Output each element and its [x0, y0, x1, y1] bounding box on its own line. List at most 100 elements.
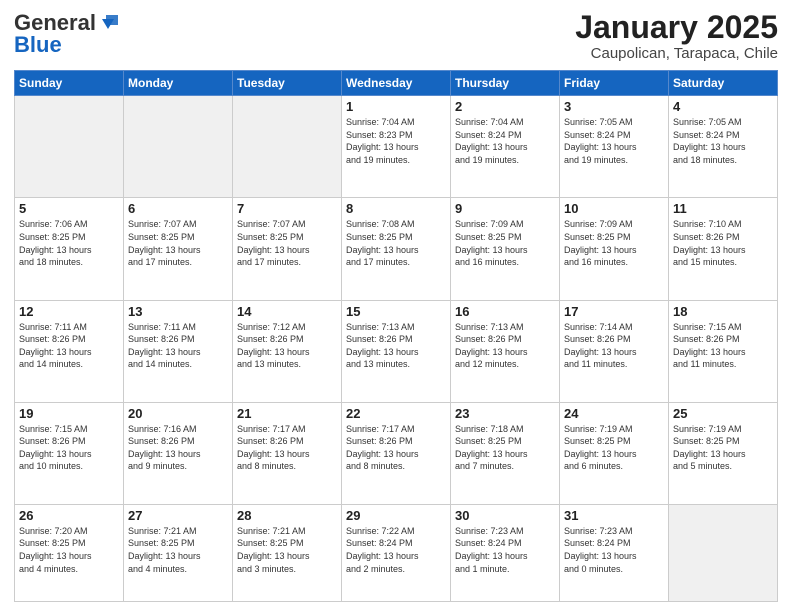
day-info: Sunrise: 7:17 AMSunset: 8:26 PMDaylight:…: [346, 423, 446, 473]
calendar-cell: 10Sunrise: 7:09 AMSunset: 8:25 PMDayligh…: [560, 198, 669, 300]
day-number: 13: [128, 304, 228, 319]
calendar-cell: 31 Sunrise: 7:23 AMSunset: 8:24 PMDayligh…: [560, 504, 669, 601]
day-info: Sunrise: 7:19 AMSunset: 8:25 PMDaylight:…: [564, 423, 664, 473]
day-info: Sunrise: 7:09 AMSunset: 8:25 PMDaylight:…: [455, 218, 555, 268]
day-number: 1: [346, 99, 446, 114]
calendar-cell: 22 Sunrise: 7:17 AMSunset: 8:26 PMDayligh…: [342, 402, 451, 504]
day-number: 23: [455, 406, 555, 421]
day-info: Sunrise: 7:13 AMSunset: 8:26 PMDaylight:…: [455, 321, 555, 371]
calendar-cell: 24 Sunrise: 7:19 AMSunset: 8:25 PMDayligh…: [560, 402, 669, 504]
calendar-cell: 26 Sunrise: 7:20 AMSunset: 8:25 PMDayligh…: [15, 504, 124, 601]
day-number: 28: [237, 508, 337, 523]
calendar-week-2: 12 Sunrise: 7:11 AMSunset: 8:26 PMDayligh…: [15, 300, 778, 402]
day-number: 8: [346, 201, 446, 216]
day-info: Sunrise: 7:14 AMSunset: 8:26 PMDaylight:…: [564, 321, 664, 371]
day-info: Sunrise: 7:23 AMSunset: 8:24 PMDaylight:…: [564, 525, 664, 575]
day-number: 3: [564, 99, 664, 114]
day-number: 9: [455, 201, 555, 216]
day-info: Sunrise: 7:05 AMSunset: 8:24 PMDaylight:…: [564, 116, 664, 166]
calendar-cell: 2 Sunrise: 7:04 AMSunset: 8:24 PMDaylight…: [451, 96, 560, 198]
day-number: 15: [346, 304, 446, 319]
day-info: Sunrise: 7:04 AMSunset: 8:23 PMDaylight:…: [346, 116, 446, 166]
calendar-cell: 20 Sunrise: 7:16 AMSunset: 8:26 PMDayligh…: [124, 402, 233, 504]
day-number: 25: [673, 406, 773, 421]
logo: General Blue: [14, 10, 120, 58]
day-number: 12: [19, 304, 119, 319]
calendar-cell: 18Sunrise: 7:15 AMSunset: 8:26 PMDayligh…: [669, 300, 778, 402]
calendar-cell: 16 Sunrise: 7:13 AMSunset: 8:26 PMDayligh…: [451, 300, 560, 402]
header-friday: Friday: [560, 71, 669, 96]
day-info: Sunrise: 7:16 AMSunset: 8:26 PMDaylight:…: [128, 423, 228, 473]
day-number: 5: [19, 201, 119, 216]
day-info: Sunrise: 7:21 AMSunset: 8:25 PMDaylight:…: [128, 525, 228, 575]
calendar-cell: 14 Sunrise: 7:12 AMSunset: 8:26 PMDayligh…: [233, 300, 342, 402]
day-info: Sunrise: 7:15 AMSunset: 8:26 PMDaylight:…: [19, 423, 119, 473]
day-number: 16: [455, 304, 555, 319]
calendar-header-row: Sunday Monday Tuesday Wednesday Thursday…: [15, 71, 778, 96]
day-number: 17: [564, 304, 664, 319]
day-info: Sunrise: 7:15 AMSunset: 8:26 PMDaylight:…: [673, 321, 773, 371]
header-tuesday: Tuesday: [233, 71, 342, 96]
calendar-table: Sunday Monday Tuesday Wednesday Thursday…: [14, 70, 778, 602]
day-number: 19: [19, 406, 119, 421]
calendar-cell: 28 Sunrise: 7:21 AMSunset: 8:25 PMDayligh…: [233, 504, 342, 601]
calendar-cell: 12 Sunrise: 7:11 AMSunset: 8:26 PMDayligh…: [15, 300, 124, 402]
calendar-week-3: 19 Sunrise: 7:15 AMSunset: 8:26 PMDayligh…: [15, 402, 778, 504]
calendar-cell: [233, 96, 342, 198]
calendar-cell: 13Sunrise: 7:11 AMSunset: 8:26 PMDayligh…: [124, 300, 233, 402]
day-info: Sunrise: 7:13 AMSunset: 8:26 PMDaylight:…: [346, 321, 446, 371]
header: General Blue January 2025 Caupolican, Ta…: [14, 10, 778, 62]
calendar-cell: [669, 504, 778, 601]
day-info: Sunrise: 7:07 AMSunset: 8:25 PMDaylight:…: [237, 218, 337, 268]
logo-icon: [98, 11, 120, 33]
calendar-week-1: 5 Sunrise: 7:06 AMSunset: 8:25 PMDaylight…: [15, 198, 778, 300]
calendar-week-0: 1 Sunrise: 7:04 AMSunset: 8:23 PMDaylight…: [15, 96, 778, 198]
day-number: 22: [346, 406, 446, 421]
day-number: 30: [455, 508, 555, 523]
calendar-cell: 21Sunrise: 7:17 AMSunset: 8:26 PMDayligh…: [233, 402, 342, 504]
day-number: 26: [19, 508, 119, 523]
day-number: 6: [128, 201, 228, 216]
location-subtitle: Caupolican, Tarapaca, Chile: [575, 45, 778, 62]
title-area: January 2025 Caupolican, Tarapaca, Chile: [575, 10, 778, 62]
day-info: Sunrise: 7:17 AMSunset: 8:26 PMDaylight:…: [237, 423, 337, 473]
day-info: Sunrise: 7:21 AMSunset: 8:25 PMDaylight:…: [237, 525, 337, 575]
day-info: Sunrise: 7:19 AMSunset: 8:25 PMDaylight:…: [673, 423, 773, 473]
calendar-cell: 30Sunrise: 7:23 AMSunset: 8:24 PMDayligh…: [451, 504, 560, 601]
day-number: 14: [237, 304, 337, 319]
calendar-cell: 4 Sunrise: 7:05 AMSunset: 8:24 PMDaylight…: [669, 96, 778, 198]
day-info: Sunrise: 7:20 AMSunset: 8:25 PMDaylight:…: [19, 525, 119, 575]
header-wednesday: Wednesday: [342, 71, 451, 96]
day-number: 10: [564, 201, 664, 216]
day-number: 2: [455, 99, 555, 114]
header-monday: Monday: [124, 71, 233, 96]
calendar-cell: 29 Sunrise: 7:22 AMSunset: 8:24 PMDayligh…: [342, 504, 451, 601]
calendar-cell: 8Sunrise: 7:08 AMSunset: 8:25 PMDaylight…: [342, 198, 451, 300]
calendar-cell: 6Sunrise: 7:07 AMSunset: 8:25 PMDaylight…: [124, 198, 233, 300]
page: General Blue January 2025 Caupolican, Ta…: [0, 0, 792, 612]
calendar-cell: 3 Sunrise: 7:05 AMSunset: 8:24 PMDaylight…: [560, 96, 669, 198]
day-number: 11: [673, 201, 773, 216]
month-title: January 2025: [575, 10, 778, 45]
header-saturday: Saturday: [669, 71, 778, 96]
day-info: Sunrise: 7:11 AMSunset: 8:26 PMDaylight:…: [19, 321, 119, 371]
day-info: Sunrise: 7:05 AMSunset: 8:24 PMDaylight:…: [673, 116, 773, 166]
day-info: Sunrise: 7:04 AMSunset: 8:24 PMDaylight:…: [455, 116, 555, 166]
day-number: 31: [564, 508, 664, 523]
header-sunday: Sunday: [15, 71, 124, 96]
day-info: Sunrise: 7:22 AMSunset: 8:24 PMDaylight:…: [346, 525, 446, 575]
day-number: 24: [564, 406, 664, 421]
day-number: 29: [346, 508, 446, 523]
header-thursday: Thursday: [451, 71, 560, 96]
calendar-cell: 27Sunrise: 7:21 AMSunset: 8:25 PMDayligh…: [124, 504, 233, 601]
day-number: 20: [128, 406, 228, 421]
day-info: Sunrise: 7:10 AMSunset: 8:26 PMDaylight:…: [673, 218, 773, 268]
day-number: 4: [673, 99, 773, 114]
calendar-body: 1 Sunrise: 7:04 AMSunset: 8:23 PMDaylight…: [15, 96, 778, 602]
calendar-week-4: 26 Sunrise: 7:20 AMSunset: 8:25 PMDayligh…: [15, 504, 778, 601]
calendar-cell: 11 Sunrise: 7:10 AMSunset: 8:26 PMDayligh…: [669, 198, 778, 300]
day-info: Sunrise: 7:06 AMSunset: 8:25 PMDaylight:…: [19, 218, 119, 268]
day-info: Sunrise: 7:12 AMSunset: 8:26 PMDaylight:…: [237, 321, 337, 371]
calendar-cell: 9 Sunrise: 7:09 AMSunset: 8:25 PMDaylight…: [451, 198, 560, 300]
day-info: Sunrise: 7:18 AMSunset: 8:25 PMDaylight:…: [455, 423, 555, 473]
